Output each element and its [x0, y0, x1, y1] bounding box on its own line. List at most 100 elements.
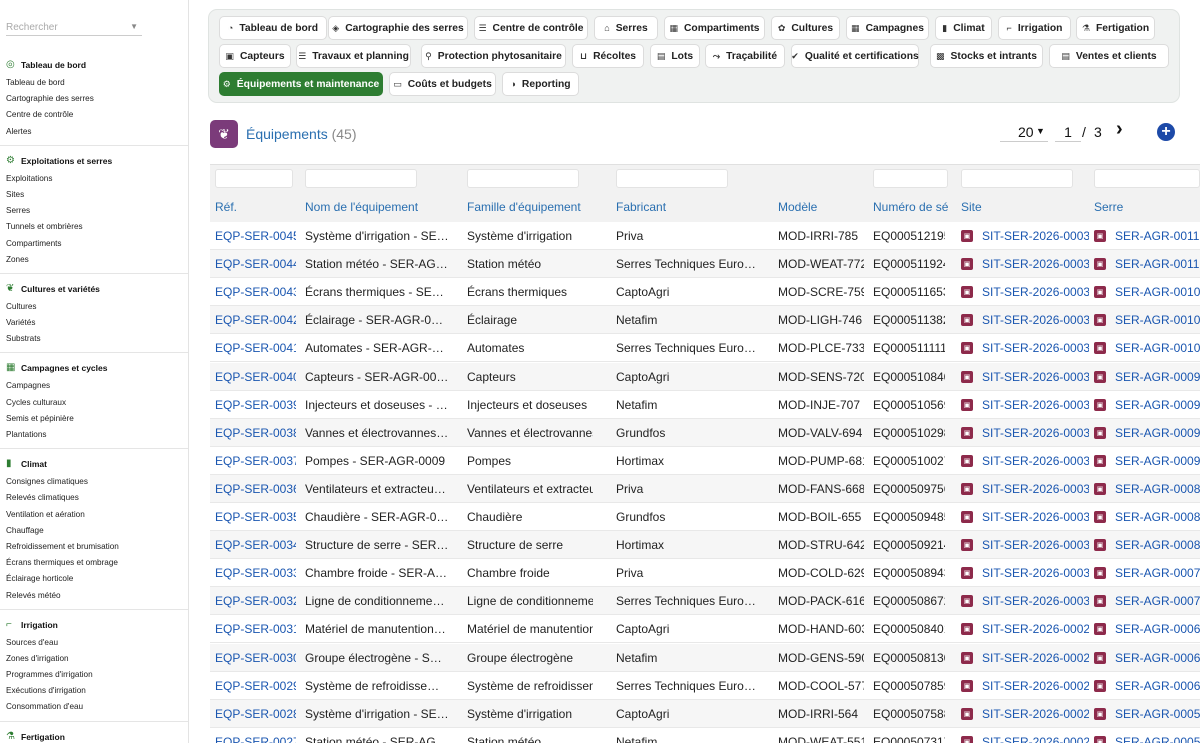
table-row[interactable]: EQP-SER-0043 Écrans thermiques - SER-AGR-… [210, 278, 1200, 307]
tab-co-ts-et-budgets[interactable]: ▭ Coûts et budgets [389, 72, 496, 96]
column-filter-input[interactable] [873, 169, 948, 188]
sidebar-section-header[interactable]: ⚗ Fertigation [0, 727, 188, 743]
ref-link[interactable]: EQP-SER-0030 [215, 651, 296, 665]
sidebar-item[interactable]: Refroidissement et brumisation [0, 539, 188, 555]
sidebar-item[interactable]: Centre de contrôle [0, 107, 188, 123]
ref-link[interactable]: EQP-SER-0040 [215, 370, 296, 384]
site-link[interactable]: SIT-SER-2026-0002 [982, 651, 1089, 665]
column-filter-input[interactable] [961, 169, 1073, 188]
ref-link[interactable]: EQP-SER-0035 [215, 510, 296, 524]
greenhouse-link[interactable]: SER-AGR-0009 [1115, 398, 1200, 412]
table-row[interactable]: EQP-SER-0042 Éclairage - SER-AGR-0010 Écla… [210, 306, 1200, 335]
table-row[interactable]: EQP-SER-0028 Système d'irrigation - SER-A… [210, 699, 1200, 728]
column-filter-input[interactable] [215, 169, 293, 188]
tab-irrigation[interactable]: ⌐ Irrigation [998, 16, 1071, 40]
column-header[interactable]: Site [961, 200, 1089, 214]
table-row[interactable]: EQP-SER-0032 Ligne de conditionnement - S… [210, 587, 1200, 616]
sidebar-section-header[interactable]: ⌐ Irrigation [0, 615, 188, 635]
site-link[interactable]: SIT-SER-2026-0003 [982, 566, 1089, 580]
ref-link[interactable]: EQP-SER-0038 [215, 426, 296, 440]
sidebar-item[interactable]: Cycles culturaux [0, 395, 188, 411]
sidebar-section-header[interactable]: ⚙ Exploitations et serres [0, 151, 188, 171]
sidebar-item[interactable]: Zones d'irrigation [0, 651, 188, 667]
table-row[interactable]: EQP-SER-0029 Système de refroidissement -… [210, 671, 1200, 700]
table-row[interactable]: EQP-SER-0040 Capteurs - SER-AGR-0009 Capte… [210, 362, 1200, 391]
table-row[interactable]: EQP-SER-0044 Station météo - SER-AGR-0011… [210, 250, 1200, 279]
table-row[interactable]: EQP-SER-0034 Structure de serre - SER-AGR… [210, 531, 1200, 560]
search-box[interactable]: Rechercher ▼ [6, 19, 142, 36]
sidebar-item[interactable]: Tunnels et ombrières [0, 219, 188, 235]
column-filter-input[interactable] [1094, 169, 1200, 188]
ref-link[interactable]: EQP-SER-0031 [215, 622, 296, 636]
site-link[interactable]: SIT-SER-2026-0003 [982, 426, 1089, 440]
sidebar-item[interactable]: Chauffage [0, 523, 188, 539]
tab-ventes-et-clients[interactable]: ▤ Ventes et clients [1049, 44, 1169, 68]
greenhouse-link[interactable]: SER-AGR-0010 [1115, 341, 1200, 355]
tab-tra-abilit-[interactable]: ⤳ Traçabilité [705, 44, 785, 68]
sidebar-item[interactable]: Semis et pépinière [0, 411, 188, 427]
ref-link[interactable]: EQP-SER-0042 [215, 313, 296, 327]
sidebar-item[interactable]: Cultures [0, 299, 188, 315]
sidebar-section-header[interactable]: ▮ Climat [0, 454, 188, 474]
tab-cartographie-des-serres[interactable]: ◈ Cartographie des serres [328, 16, 468, 40]
ref-link[interactable]: EQP-SER-0044 [215, 257, 296, 271]
greenhouse-link[interactable]: SER-AGR-0005 [1115, 707, 1200, 721]
table-row[interactable]: EQP-SER-0027 Station météo - SER-AGR-0005… [210, 727, 1200, 743]
tab-r-coltes[interactable]: ⊔ Récoltes [572, 44, 644, 68]
chevron-right-icon[interactable]: › [1116, 118, 1123, 141]
sidebar-item[interactable]: Substrats [0, 331, 188, 347]
tab-campagnes[interactable]: ▦ Campagnes [846, 16, 929, 40]
site-link[interactable]: SIT-SER-2026-0003 [982, 229, 1089, 243]
column-header[interactable]: Serre [1094, 200, 1200, 214]
table-row[interactable]: EQP-SER-0039 Injecteurs et doseuses - SER… [210, 390, 1200, 419]
greenhouse-link[interactable]: SER-AGR-0006 [1115, 651, 1200, 665]
sidebar-item[interactable]: Sources d'eau [0, 635, 188, 651]
ref-link[interactable]: EQP-SER-0043 [215, 285, 296, 299]
site-link[interactable]: SIT-SER-2026-0003 [982, 594, 1089, 608]
ref-link[interactable]: EQP-SER-0034 [215, 538, 296, 552]
sidebar-item[interactable]: Relevés météo [0, 588, 188, 604]
tab-cultures[interactable]: ✿ Cultures [771, 16, 840, 40]
greenhouse-link[interactable]: SER-AGR-0009 [1115, 370, 1200, 384]
table-row[interactable]: EQP-SER-0035 Chaudière - SER-AGR-0008 Chau… [210, 503, 1200, 531]
sidebar-item[interactable]: Plantations [0, 427, 188, 443]
sidebar-item[interactable]: Alertes [0, 124, 188, 140]
column-filter-input[interactable] [616, 169, 728, 188]
ref-link[interactable]: EQP-SER-0036 [215, 482, 296, 496]
greenhouse-link[interactable]: SER-AGR-0008 [1115, 538, 1200, 552]
site-link[interactable]: SIT-SER-2026-0003 [982, 370, 1089, 384]
site-link[interactable]: SIT-SER-2026-0003 [982, 341, 1089, 355]
page-size-select[interactable]: 20 ▼ [1000, 122, 1048, 142]
tab-travaux-et-planning[interactable]: ☰ Travaux et planning [296, 44, 411, 68]
tab-compartiments[interactable]: ▦ Compartiments [664, 16, 765, 40]
sidebar-item[interactable]: Tableau de bord [0, 75, 188, 91]
greenhouse-link[interactable]: SER-AGR-0006 [1115, 679, 1200, 693]
ref-link[interactable]: EQP-SER-0027 [215, 735, 296, 743]
table-row[interactable]: EQP-SER-0041 Automates - SER-AGR-0010 Auto… [210, 334, 1200, 363]
sidebar-section-header[interactable]: ❦ Cultures et variétés [0, 279, 188, 299]
site-link[interactable]: SIT-SER-2026-0003 [982, 482, 1089, 496]
sidebar-item[interactable]: Campagnes [0, 378, 188, 394]
site-link[interactable]: SIT-SER-2026-0003 [982, 398, 1089, 412]
column-header[interactable]: Fabricant [616, 200, 766, 214]
tab-qualit-et-certifications[interactable]: ✔ Qualité et certifications [791, 44, 919, 68]
sidebar-item[interactable]: Programmes d'irrigation [0, 667, 188, 683]
sidebar-item[interactable]: Compartiments [0, 236, 188, 252]
sidebar-item[interactable]: Éclairage horticole [0, 571, 188, 587]
site-link[interactable]: SIT-SER-2026-0002 [982, 622, 1089, 636]
sidebar-section-header[interactable]: ▦ Campagnes et cycles [0, 358, 188, 378]
tab-climat[interactable]: ▮ Climat [935, 16, 992, 40]
greenhouse-link[interactable]: SER-AGR-0008 [1115, 510, 1200, 524]
greenhouse-link[interactable]: SER-AGR-0011 [1115, 257, 1200, 271]
greenhouse-link[interactable]: SER-AGR-0010 [1115, 313, 1200, 327]
ref-link[interactable]: EQP-SER-0032 [215, 594, 296, 608]
tab-capteurs[interactable]: ▣ Capteurs [219, 44, 291, 68]
tab-reporting[interactable]: ◑ Reporting [502, 72, 579, 96]
tab-protection-phytosanitaire[interactable]: ⚲ Protection phytosanitaire [421, 44, 566, 68]
tab-serres[interactable]: ⌂ Serres [594, 16, 658, 40]
column-filter-input[interactable] [305, 169, 417, 188]
sidebar-item[interactable]: Serres [0, 203, 188, 219]
ref-link[interactable]: EQP-SER-0045 [215, 229, 296, 243]
column-header[interactable]: Réf. [215, 200, 300, 214]
site-link[interactable]: SIT-SER-2026-0003 [982, 510, 1089, 524]
